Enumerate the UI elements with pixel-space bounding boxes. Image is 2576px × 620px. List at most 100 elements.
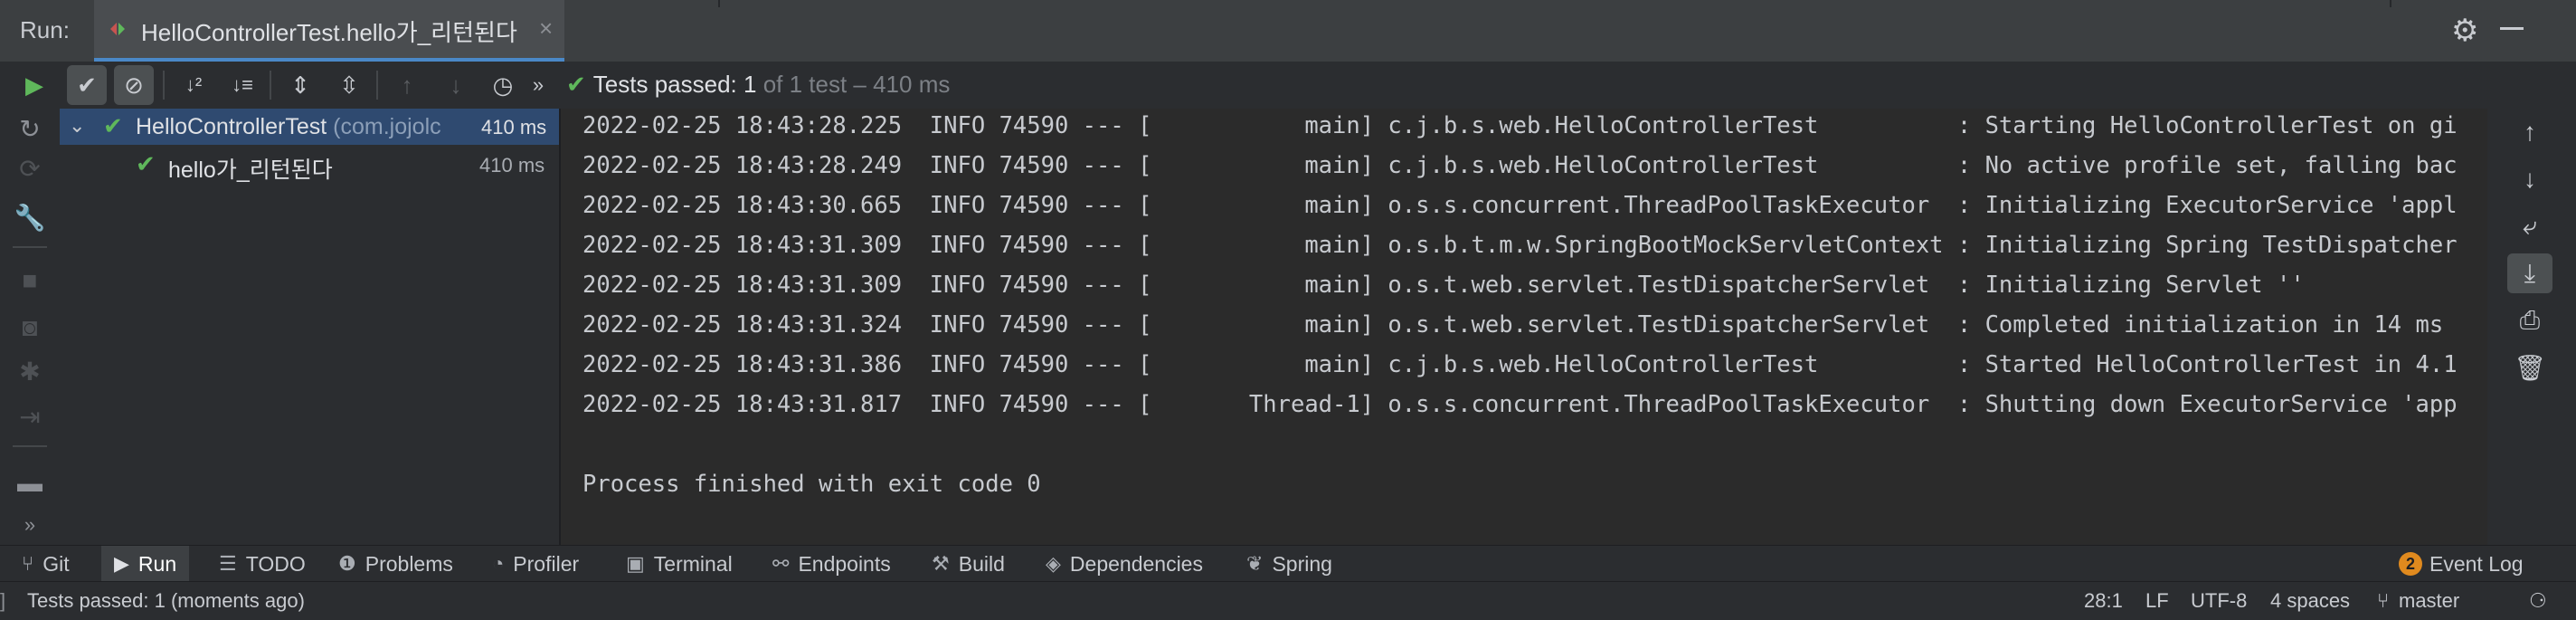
left-action-strip: ↻ ⟳ 🔧 ■ ◙ ✱ ⇥ ▬ »	[0, 109, 60, 545]
console-output[interactable]: 2022-02-25 18:43:28.225 INFO 74590 --- […	[561, 109, 2487, 545]
collapse-all-icon[interactable]: ⇳	[329, 65, 369, 105]
debug-icon[interactable]: ✱	[7, 351, 52, 391]
console-actions: ↑ ↓ ⤶ ⤓ ⎙ 🗑	[2487, 109, 2576, 545]
scroll-up-icon[interactable]: ↑	[2507, 112, 2552, 152]
run-tool-window-header: Run: HelloControllerTest.hello가_리턴된다 × ⚙	[0, 0, 2576, 62]
log-line: 2022-02-25 18:43:30.665 INFO 74590 --- […	[582, 192, 2458, 219]
separator	[270, 71, 271, 100]
sort-alphabetically-icon[interactable]: ↓²	[174, 65, 213, 105]
list-icon: ☰	[219, 552, 237, 575]
tool-window-problems[interactable]: ❶ Problems	[338, 546, 453, 582]
status-bracket: ]	[0, 589, 6, 612]
indent-setting[interactable]: 4 spaces	[2270, 589, 2350, 613]
hammer-icon: ⚒	[932, 552, 950, 575]
log-line: 2022-02-25 18:43:31.324 INFO 74590 --- […	[582, 311, 2444, 339]
divider	[718, 0, 720, 7]
rerun-icon[interactable]: ▶	[14, 65, 54, 105]
tool-window-bar: ⑂ Git ▶ Run ☰ TODO ❶ Problems ◔ Profiler ▣ Ter…	[0, 545, 2576, 582]
test-results-tree: ⌄ ✔ HelloControllerTest (com.jojolc 410 …	[60, 109, 561, 545]
tool-window-terminal[interactable]: ▣ Terminal	[626, 546, 733, 582]
check-icon: ✔	[136, 150, 156, 177]
separator	[163, 71, 165, 100]
camera-icon[interactable]: ◙	[7, 308, 52, 348]
gear-icon[interactable]: ⚙	[2451, 13, 2478, 49]
check-icon: ✔	[103, 112, 123, 139]
event-count-badge: 2	[2399, 552, 2422, 576]
status-bar: ] Tests passed: 1 (moments ago) 28:1 LF …	[0, 581, 2576, 620]
git-branch-icon: ⑂	[2377, 589, 2390, 612]
more-icon[interactable]: »	[7, 505, 52, 545]
event-log-button[interactable]: 2 Event Log	[2399, 546, 2524, 582]
soft-wrap-icon[interactable]: ⤶	[2507, 206, 2552, 246]
test-runner-toolbar: ▶ ✔ ⊘ ↓² ↓≡ ⇕ ⇳ ↑ ↓ ◷ » ✔ Tests passed: 1…	[0, 62, 2576, 109]
show-ignored-icon[interactable]: ⊘	[114, 65, 154, 105]
test-duration: 410 ms	[481, 116, 547, 138]
tests-total-label: of 1 test – 410 ms	[762, 71, 951, 98]
tool-window-git[interactable]: ⑂ Git	[22, 546, 70, 582]
caret-position[interactable]: 28:1	[2084, 589, 2123, 613]
layout-icon[interactable]: ▬	[7, 463, 52, 503]
file-encoding[interactable]: UTF-8	[2191, 589, 2247, 613]
close-icon[interactable]: ×	[539, 14, 553, 43]
tree-item-test[interactable]: ✔ hello가_리턴된다 410 ms	[60, 147, 559, 183]
stop-icon[interactable]: ■	[7, 261, 52, 300]
log-line: 2022-02-25 18:43:31.309 INFO 74590 --- […	[582, 272, 2305, 299]
tool-window-todo[interactable]: ☰ TODO	[219, 546, 306, 582]
rerun-failed-icon[interactable]: ↻	[7, 109, 52, 148]
layers-icon: ◈	[1046, 552, 1061, 575]
tool-window-build[interactable]: ⚒ Build	[932, 546, 1005, 582]
tree-item-label: HelloControllerTest (com.jojolc	[136, 114, 441, 139]
next-failed-icon[interactable]: ↓	[436, 65, 476, 105]
log-line: 2022-02-25 18:43:28.249 INFO 74590 --- […	[582, 152, 2458, 179]
log-line: 2022-02-25 18:43:28.225 INFO 74590 --- […	[582, 112, 2458, 139]
test-duration: 410 ms	[479, 154, 545, 176]
profiler-icon: ◔	[492, 552, 505, 575]
tests-passed-label: Tests passed: 1	[592, 71, 757, 98]
git-branch-icon: ⑂	[22, 552, 34, 575]
terminal-icon: ▣	[626, 552, 645, 575]
info-circle-icon: ❶	[338, 552, 356, 575]
expand-all-icon[interactable]: ⇕	[280, 65, 320, 105]
tree-item-label: hello가_리턴된다	[168, 157, 333, 183]
log-line: 2022-02-25 18:43:31.386 INFO 74590 --- […	[582, 351, 2458, 378]
chevron-down-icon[interactable]: ⌄	[69, 114, 85, 138]
tool-window-endpoints[interactable]: ⚯ Endpoints	[772, 546, 891, 582]
log-line: 2022-02-25 18:43:31.309 INFO 74590 --- […	[582, 232, 2458, 259]
spring-leaf-icon: ❦	[1246, 552, 1264, 575]
run-label: Run:	[20, 16, 70, 43]
tool-window-profiler[interactable]: ◔ Profiler	[492, 546, 579, 582]
tool-window-spring[interactable]: ❦ Spring	[1246, 546, 1332, 582]
tree-item-root[interactable]: ⌄ ✔ HelloControllerTest (com.jojolc 410 …	[60, 109, 559, 145]
play-icon: ▶	[114, 552, 129, 575]
scroll-down-icon[interactable]: ↓	[2507, 159, 2552, 199]
show-passed-icon[interactable]: ✔	[67, 65, 107, 105]
status-message[interactable]: Tests passed: 1 (moments ago)	[27, 589, 305, 613]
toggle-auto-test-icon[interactable]: ⟳	[7, 148, 52, 188]
check-icon: ✔	[566, 71, 586, 98]
log-line: 2022-02-25 18:43:31.817 INFO 74590 --- […	[582, 391, 2458, 418]
more-icon[interactable]: »	[525, 65, 552, 105]
line-separator[interactable]: LF	[2145, 589, 2169, 613]
process-exit-line: Process finished with exit code 0	[582, 471, 1041, 498]
test-config-icon	[110, 23, 125, 35]
print-icon[interactable]: ⎙	[2507, 300, 2552, 340]
trash-icon[interactable]: 🗑	[2507, 348, 2552, 387]
git-branch[interactable]: master	[2399, 589, 2459, 613]
wrench-icon[interactable]: 🔧	[7, 197, 52, 237]
tool-window-dependencies[interactable]: ◈ Dependencies	[1046, 546, 1203, 582]
endpoints-icon: ⚯	[772, 552, 790, 575]
separator	[13, 246, 47, 248]
test-summary: ✔ Tests passed: 1 of 1 test – 410 ms	[566, 71, 950, 99]
separator	[376, 71, 378, 100]
test-history-icon[interactable]: ◷	[483, 65, 523, 105]
tool-window-run[interactable]: ▶ Run	[101, 546, 190, 582]
memory-indicator-icon[interactable]: ⚆	[2529, 589, 2547, 613]
previous-failed-icon[interactable]: ↑	[387, 65, 427, 105]
minimize-icon[interactable]	[2500, 27, 2524, 30]
separator	[13, 445, 47, 447]
exit-icon[interactable]: ⇥	[7, 396, 52, 436]
scroll-to-end-icon[interactable]: ⤓	[2507, 253, 2552, 293]
divider	[2390, 0, 2391, 7]
tab-title[interactable]: HelloControllerTest.hello가_리턴된다	[141, 14, 517, 48]
sort-by-duration-icon[interactable]: ↓≡	[223, 65, 262, 105]
